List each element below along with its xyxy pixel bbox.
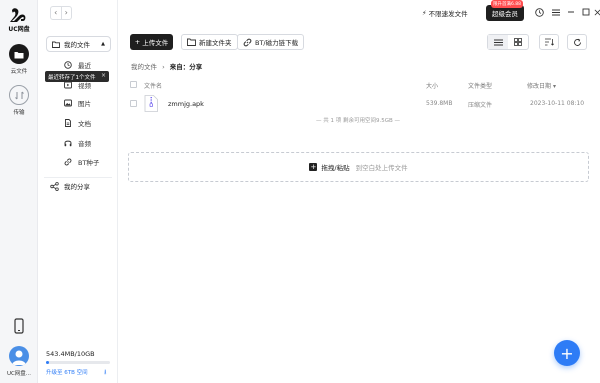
headphones-icon [64,140,72,147]
breadcrumb-current: 来自：分享 [169,63,203,71]
sidebar-item-label: BT种子 [78,159,100,167]
my-share-label: 我的分享 [64,183,90,191]
bt-link-icon [64,158,72,166]
lightning-icon: ⚡ [422,9,427,17]
my-files-dropdown[interactable]: 我的文件 ▲ [46,36,111,52]
file-name[interactable]: zmmjg.apk [168,100,204,108]
vip-promo-badge: 限升首满6.88 [491,0,524,8]
grid-icon [514,38,522,46]
file-modified: 2023-10-11 08:10 [530,100,585,107]
video-icon [64,81,72,89]
table-row[interactable]: zmmjg.apk 539.8MB 压缩文件 2023-10-11 08:10 [128,93,588,115]
file-size: 539.8MB [426,100,453,107]
zip-file-icon [144,95,158,112]
unlimited-send-button[interactable]: ⚡ 不限速发文件 [422,6,468,20]
new-folder-label: 新建文件夹 [199,39,232,47]
grid-view-button[interactable] [508,35,528,49]
sidebar-item-my-share[interactable]: 我的分享 [50,181,90,191]
recent-save-tooltip: 最近转存了1个文件 × [45,71,109,82]
modified-header-label: 修改日期 [527,83,552,90]
image-icon [64,99,72,107]
sort-desc-icon: ▾ [552,83,556,90]
row-checkbox[interactable] [130,100,137,107]
upgrade-link[interactable]: 升级至 6TB 空间 [46,368,88,376]
sidebar-item-label: 文档 [78,120,91,128]
select-all-checkbox[interactable] [130,81,137,88]
close-icon[interactable]: × [101,72,106,79]
plus-icon: + [134,38,141,46]
close-window-icon[interactable] [592,7,600,17]
table-header: 文件名 大小 文件类型 修改日期 ▾ [128,79,588,91]
sidebar-item-label: 最近 [78,62,91,70]
summary-text: 共 1 项 剩余可用空间9.5GB [323,118,393,124]
forward-button[interactable]: › [60,7,72,19]
list-view-button[interactable] [488,35,508,49]
rail-label: 云文件 [10,69,28,75]
summary-line-right: — [392,118,401,124]
sidebar-divider [44,177,112,178]
breadcrumb: 我的文件 › 来自：分享 [131,61,202,71]
breadcrumb-separator: › [162,63,165,71]
breadcrumb-root[interactable]: 我的文件 [131,63,157,71]
menu-icon[interactable] [551,7,561,17]
sidebar-item-label: 图片 [78,100,91,108]
refresh-icon [573,38,581,46]
column-header-modified[interactable]: 修改日期 ▾ [527,81,556,90]
rail-item-cloud-files[interactable]: 云文件 [0,44,38,75]
caret-up-icon: ▲ [101,41,105,47]
history-nav: ‹ › [50,6,72,20]
sidebar [38,0,118,383]
refresh-button[interactable] [567,34,587,50]
floating-add-button[interactable]: + [554,340,580,366]
upload-dropzone[interactable]: + 拖拽/粘贴 到空白处上传文件 [128,152,589,182]
new-folder-icon [187,38,196,46]
back-button[interactable]: ‹ [51,7,61,19]
storage-bar-fill [46,361,50,364]
upload-file-button[interactable]: + 上传文件 [130,34,173,50]
sort-options-button[interactable] [539,34,559,50]
share-icon [50,181,59,191]
left-rail: UC网盘 云文件 传输 UC网盘... [0,0,38,383]
column-header-name[interactable]: 文件名 [144,81,162,90]
rail-item-transfer[interactable]: 传输 [0,85,38,116]
brand-name: UC网盘 [8,26,30,33]
maximize-icon[interactable] [581,7,591,17]
folder-icon [52,41,60,48]
transfer-icon [9,85,29,105]
avatar[interactable] [9,346,29,366]
bt-label: BT/磁力链下载 [255,39,299,47]
sidebar-item-label: 音频 [78,140,91,148]
file-type: 压缩文件 [468,102,493,109]
storage-usage: 543.4MB/10GB [46,350,95,358]
plus-icon: + [309,162,318,171]
list-icon [493,39,503,45]
phone-icon[interactable] [12,318,26,334]
my-files-label: 我的文件 [64,41,90,49]
speed-label: 不限速发文件 [428,10,468,18]
app-window: UC网盘 云文件 传输 UC网盘... ‹ › 我的文件 ▲ 最近 最近转存了1… [0,0,600,383]
dropzone-label: 拖拽/粘贴 [321,164,350,172]
document-icon [65,119,71,127]
user-name[interactable]: UC网盘... [0,369,38,377]
bt-magnet-download-button[interactable]: BT/磁力链下载 [237,34,305,50]
new-folder-button[interactable]: 新建文件夹 [181,34,238,50]
dropzone-hint: 到空白处上传文件 [355,164,408,172]
clock-icon [64,61,72,69]
link-icon [243,38,252,47]
list-summary: — 共 1 项 剩余可用空间9.5GB — [128,116,588,124]
rail-label: 传输 [13,110,25,116]
column-header-type[interactable]: 文件类型 [468,81,492,90]
sort-icon [544,38,554,46]
upload-label: 上传文件 [142,39,169,47]
storage-bar [46,361,110,364]
tooltip-text: 最近转存了1个文件 [48,74,96,81]
download-icon[interactable]: ⭳ [104,368,106,379]
cloud-folder-icon [9,44,29,64]
uc-logo-icon [10,8,26,22]
column-header-size[interactable]: 大小 [426,81,438,90]
view-toggle [487,34,529,50]
minimize-icon[interactable] [566,7,576,17]
gauge-icon[interactable] [534,7,544,17]
